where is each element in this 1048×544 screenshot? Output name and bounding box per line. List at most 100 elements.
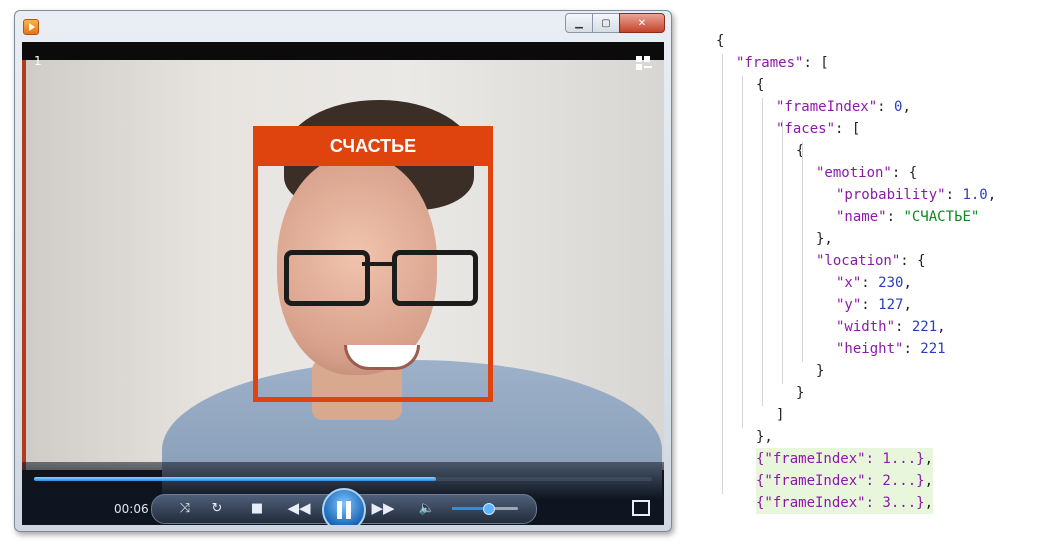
switch-to-library-icon[interactable] [636, 56, 652, 70]
json-line: }, [716, 426, 1046, 448]
media-player-app-icon [23, 19, 39, 35]
json-key: "frameIndex" [776, 99, 878, 115]
json-key: "frames" [736, 55, 804, 71]
json-number: 127 [878, 297, 904, 313]
minimize-icon: ▁ [575, 17, 583, 29]
stop-icon[interactable]: ■ [246, 497, 268, 519]
shuffle-icon[interactable]: ⤨ [174, 497, 196, 519]
track-number: 1 [34, 54, 42, 68]
json-punctuation: , [924, 495, 934, 511]
volume-slider[interactable] [452, 503, 518, 515]
json-collapsed-frame[interactable]: {"frameIndex": 1...}, [756, 448, 934, 470]
indent-guide [782, 120, 783, 384]
json-punctuation: : { [900, 253, 926, 269]
close-icon: ✕ [637, 17, 647, 29]
json-punctuation: : [945, 187, 963, 203]
playback-controls: 00:06 ⤨ ↻ ■ ◀◀ ▶▶ 🔈 [22, 462, 664, 525]
json-punctuation: ] [776, 407, 785, 423]
json-punctuation: } [796, 385, 805, 401]
indent-guide [742, 76, 743, 428]
json-key: {"frameIndex": 3...} [756, 495, 925, 511]
json-punctuation: : [877, 99, 895, 115]
json-number: 221 [911, 319, 938, 335]
json-punctuation: : [861, 297, 879, 313]
json-line: } [716, 382, 1046, 404]
json-line: "faces": [ [716, 118, 1046, 140]
video-area[interactable]: 1 СЧАСТЬЕ 00:06 ⤨ ↻ ■ ◀◀ ▶▶ 🔈 [22, 42, 664, 525]
json-number: 1.0 [962, 187, 988, 203]
json-punctuation: , [937, 319, 946, 335]
json-number: 230 [878, 275, 904, 291]
indent-guide [762, 98, 763, 406]
json-punctuation: : { [891, 165, 918, 181]
pause-button[interactable] [322, 488, 366, 525]
json-punctuation: , [987, 187, 997, 203]
volume-icon[interactable]: 🔈 [416, 497, 438, 519]
json-line: "probability": 1.0, [716, 184, 1046, 206]
json-punctuation: , [924, 451, 934, 467]
json-punctuation: }, [756, 429, 773, 445]
json-line: "frameIndex": 0, [716, 96, 1046, 118]
json-key: {"frameIndex": 2...} [756, 473, 925, 489]
json-line: "height": 221 [716, 338, 1046, 360]
json-line: "emotion": { [716, 162, 1046, 184]
json-string: "СЧАСТЬЕ" [903, 209, 980, 225]
json-key: "height" [836, 341, 904, 357]
json-punctuation: , [924, 473, 934, 489]
emotion-label: СЧАСТЬЕ [253, 126, 493, 166]
json-key: "probability" [836, 187, 946, 203]
close-button[interactable]: ✕ [619, 13, 665, 33]
json-code-panel: {"frames": [{"frameIndex": 0, "faces": [{… [716, 30, 1046, 514]
json-line: }, [716, 228, 1046, 250]
minimize-button[interactable]: ▁ [565, 13, 593, 33]
json-number: 221 [920, 341, 946, 357]
json-punctuation: : [903, 341, 921, 357]
seek-bar[interactable] [34, 477, 652, 481]
json-line: "frames": [ [716, 52, 1046, 74]
json-line: "y": 127, [716, 294, 1046, 316]
json-punctuation: { [716, 33, 725, 49]
face-bounding-box [253, 126, 493, 402]
json-key: "width" [836, 319, 896, 335]
maximize-icon: ▢ [601, 17, 611, 29]
json-line: "width": 221, [716, 316, 1046, 338]
json-punctuation: : [886, 209, 904, 225]
maximize-button[interactable]: ▢ [592, 13, 620, 33]
json-punctuation: { [756, 77, 765, 93]
json-line: "name": "СЧАСТЬЕ" [716, 206, 1046, 228]
current-time: 00:06 [114, 502, 149, 516]
json-key: {"frameIndex": 1...} [756, 451, 925, 467]
caption-buttons: ▁ ▢ ✕ [565, 13, 665, 33]
rewind-icon[interactable]: ◀◀ [287, 497, 310, 519]
json-line: } [716, 360, 1046, 382]
json-key: "faces" [776, 121, 836, 137]
json-punctuation: , [903, 297, 912, 313]
json-punctuation: , [903, 275, 912, 291]
json-punctuation: }, [816, 231, 833, 247]
json-punctuation: } [816, 363, 825, 379]
json-line: { [716, 140, 1046, 162]
seek-progress [34, 477, 436, 481]
json-collapsed-frame[interactable]: {"frameIndex": 2...}, [756, 470, 934, 492]
indent-guide [722, 54, 723, 494]
json-line: "x": 230, [716, 272, 1046, 294]
fullscreen-icon[interactable] [632, 500, 650, 516]
json-key: "x" [836, 275, 862, 291]
json-punctuation: , [902, 99, 911, 115]
json-punctuation: : [861, 275, 879, 291]
json-punctuation: : [ [835, 121, 861, 137]
repeat-icon[interactable]: ↻ [206, 497, 228, 519]
json-collapsed-frame[interactable]: {"frameIndex": 3...}, [756, 492, 934, 514]
json-punctuation: { [796, 143, 805, 159]
media-player-window: ▁ ▢ ✕ 1 СЧАСТЬЕ 00:06 ⤨ ↻ ■ ◀◀ ▶▶ 🔈 [14, 10, 672, 532]
json-line: ] [716, 404, 1046, 426]
json-key: "emotion" [816, 165, 892, 181]
json-line: "location": { [716, 250, 1046, 272]
json-line: { [716, 30, 1046, 52]
json-key: "y" [836, 297, 862, 313]
json-key: "name" [836, 209, 887, 225]
fast-forward-icon[interactable]: ▶▶ [371, 497, 394, 519]
title-bar[interactable]: ▁ ▢ ✕ [15, 11, 671, 41]
json-punctuation: : [ [803, 55, 829, 71]
pause-icon [337, 501, 342, 519]
